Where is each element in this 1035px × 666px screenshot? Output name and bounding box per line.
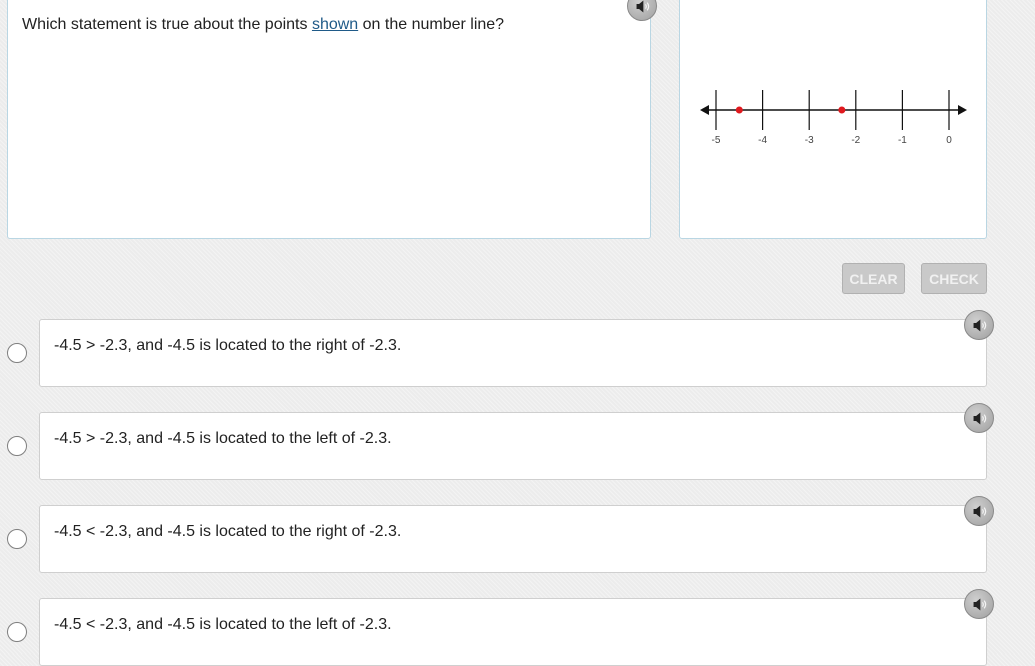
option-3-audio-button[interactable] [964, 496, 994, 526]
option-3-radio[interactable] [7, 529, 27, 549]
tick-label: 0 [946, 135, 952, 146]
speaker-icon [973, 412, 986, 424]
option-1-box[interactable]: -4.5 > -2.3, and -4.5 is located to the … [39, 319, 987, 387]
option-2-audio-button[interactable] [964, 403, 994, 433]
question-text: Which statement is true about the points… [22, 16, 504, 34]
left-arrow [700, 105, 709, 115]
option-4-audio-button[interactable] [964, 589, 994, 619]
figure-panel: -5 -4 -3 -2 -1 0 [679, 0, 987, 239]
tick-label: -2 [851, 135, 860, 146]
number-line-point [735, 106, 743, 114]
shown-link[interactable]: shown [312, 16, 358, 33]
tick-label: -5 [712, 135, 721, 146]
speaker-icon [973, 319, 986, 331]
speaker-icon [973, 505, 986, 517]
option-4-box[interactable]: -4.5 < -2.3, and -4.5 is located to the … [39, 598, 987, 666]
right-arrow [958, 105, 967, 115]
option-1-audio-button[interactable] [964, 310, 994, 340]
option-3-box[interactable]: -4.5 < -2.3, and -4.5 is located to the … [39, 505, 987, 573]
option-1-text: -4.5 > -2.3, and -4.5 is located to the … [54, 337, 402, 354]
tick-label: -4 [758, 135, 767, 146]
question-text-end: on the number line? [358, 16, 505, 33]
check-button[interactable]: CHECK [921, 263, 987, 294]
option-2-box[interactable]: -4.5 > -2.3, and -4.5 is located to the … [39, 412, 987, 480]
question-text-start: Which statement is true about the points [22, 16, 312, 33]
clear-button[interactable]: CLEAR [842, 263, 905, 294]
tick-label: -1 [898, 135, 907, 146]
speaker-icon [973, 598, 986, 610]
speaker-icon [636, 0, 649, 12]
option-4-radio[interactable] [7, 622, 27, 642]
question-panel: Which statement is true about the points… [7, 0, 651, 239]
option-2-text: -4.5 > -2.3, and -4.5 is located to the … [54, 430, 392, 447]
option-4-text: -4.5 < -2.3, and -4.5 is located to the … [54, 616, 392, 633]
number-line: -5 -4 -3 -2 -1 0 [700, 90, 967, 146]
option-3-text: -4.5 < -2.3, and -4.5 is located to the … [54, 523, 402, 540]
tick-label: -3 [805, 135, 814, 146]
option-2-radio[interactable] [7, 436, 27, 456]
number-line-point [838, 106, 846, 114]
option-1-radio[interactable] [7, 343, 27, 363]
